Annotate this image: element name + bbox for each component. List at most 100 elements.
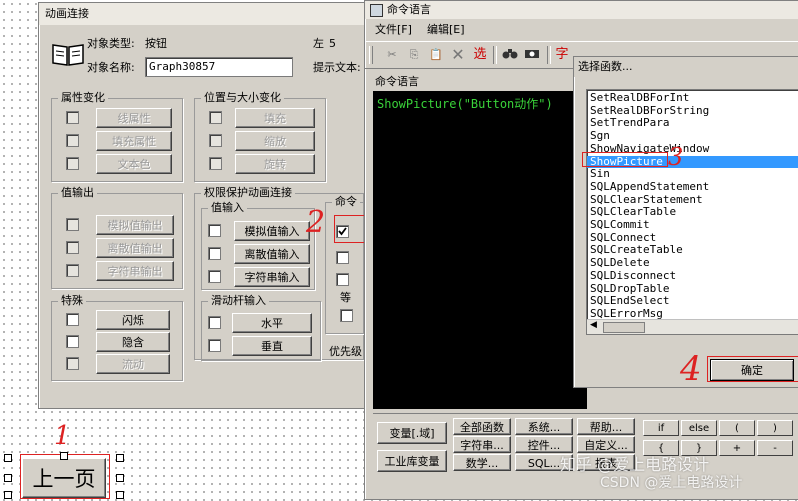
toolbar-grip — [369, 46, 373, 64]
operator-button[interactable]: if — [643, 420, 679, 436]
resize-handle[interactable] — [116, 454, 124, 462]
flow-button[interactable]: 流动 — [96, 354, 170, 374]
function-list-item[interactable]: SetTrendPara — [587, 117, 798, 130]
string-output-checkbox[interactable] — [66, 264, 79, 277]
analog-output-checkbox[interactable] — [66, 218, 79, 231]
function-category-button[interactable]: 系统... — [515, 418, 573, 435]
resize-handle[interactable] — [116, 491, 124, 499]
line-attr-button[interactable]: 线属性 — [96, 108, 172, 128]
fill-checkbox[interactable] — [209, 111, 222, 124]
annotation-1: 1 — [54, 421, 71, 451]
resize-handle[interactable] — [4, 474, 12, 482]
operator-button[interactable]: ( — [719, 420, 755, 436]
function-list-item[interactable]: SQLCommit — [587, 218, 798, 232]
left-value: 5 — [329, 37, 336, 50]
text-color-button[interactable]: 文本色 — [96, 154, 172, 174]
object-type-value: 按钮 — [145, 37, 167, 50]
select-func-title: 选择函数... — [578, 60, 633, 73]
command-checkbox-2[interactable] — [336, 251, 349, 264]
discrete-input-button[interactable]: 离散值输入 — [234, 244, 310, 264]
value-output-group: 值输出 模拟值输出 离散值输出 字符串输出 — [51, 186, 183, 289]
horizontal-button[interactable]: 水平 — [232, 313, 312, 333]
text-color-checkbox[interactable] — [66, 157, 79, 170]
rotate-button[interactable]: 旋转 — [235, 154, 315, 174]
operator-button[interactable]: } — [681, 440, 717, 456]
scroll-thumb[interactable] — [603, 322, 645, 333]
paste-icon[interactable]: 📋 — [427, 46, 445, 64]
operator-button[interactable]: else — [681, 420, 717, 436]
function-list[interactable]: SetRealDBForInt SetRealDBForString SetTren… — [586, 89, 798, 335]
string-output-button[interactable]: 字符串输出 — [96, 261, 174, 281]
function-list-item[interactable]: SQLDelete — [587, 256, 798, 270]
function-list-item[interactable]: Sin — [587, 167, 798, 181]
blink-checkbox[interactable] — [66, 313, 79, 326]
group-title: 滑动杆输入 — [208, 294, 269, 308]
analog-input-checkbox[interactable] — [208, 224, 221, 237]
horizontal-scrollbar[interactable]: ◀ — [587, 319, 798, 334]
industrial-variable-button[interactable]: 工业库变量 — [377, 450, 447, 472]
scroll-left-icon[interactable]: ◀ — [590, 320, 597, 330]
discrete-output-checkbox[interactable] — [66, 241, 79, 254]
priority-label: 优先级 — [329, 345, 362, 358]
hide-checkbox[interactable] — [66, 335, 79, 348]
resize-handle[interactable] — [116, 474, 124, 482]
command-checkbox-3[interactable] — [336, 273, 349, 286]
line-attr-checkbox[interactable] — [66, 111, 79, 124]
fill-button[interactable]: 填充 — [235, 108, 315, 128]
string-input-button[interactable]: 字符串输入 — [234, 267, 310, 287]
code-editor[interactable]: ShowPicture("Button动作") — [373, 91, 587, 409]
discrete-input-checkbox[interactable] — [208, 247, 221, 260]
function-list-item[interactable]: SQLEndSelect — [587, 294, 798, 308]
horizontal-checkbox[interactable] — [208, 316, 221, 329]
object-name-field[interactable]: Graph30857 — [145, 57, 293, 77]
delete-icon[interactable]: ✕ — [449, 46, 467, 64]
function-category-button[interactable]: 自定义... — [577, 436, 635, 453]
rotate-checkbox[interactable] — [209, 157, 222, 170]
analog-input-button[interactable]: 模拟值输入 — [234, 221, 310, 241]
position-size-group: 位置与大小变化 填充 缩放 旋转 — [194, 91, 326, 182]
resize-handle[interactable] — [4, 491, 12, 499]
operator-button[interactable]: - — [757, 440, 793, 456]
function-category-button[interactable]: 帮助... — [577, 418, 635, 435]
hide-button[interactable]: 隐含 — [96, 332, 170, 352]
copy-icon[interactable]: ⎘ — [405, 46, 423, 64]
fill-attr-button[interactable]: 填充属性 — [96, 131, 172, 151]
variable-button[interactable]: 变量[.域] — [377, 422, 447, 444]
function-list-item[interactable]: SQLDisconnect — [587, 269, 798, 283]
vertical-checkbox[interactable] — [208, 339, 221, 352]
operator-button[interactable]: ) — [757, 420, 793, 436]
discrete-output-button[interactable]: 离散值输出 — [96, 238, 174, 258]
function-list-item[interactable]: Sgn — [587, 129, 798, 143]
string-input-checkbox[interactable] — [208, 270, 221, 283]
group-title: 位置与大小变化 — [201, 91, 284, 105]
menu-edit[interactable]: 编辑[E] — [427, 21, 465, 39]
select-button[interactable]: 选 — [471, 46, 489, 64]
function-category-button[interactable]: 全部函数 — [453, 418, 511, 435]
group-title: 命令 — [332, 195, 360, 209]
replace-icon[interactable] — [523, 46, 541, 64]
flow-checkbox[interactable] — [66, 357, 79, 370]
code-line: ShowPicture("Button动作") — [377, 97, 553, 111]
function-list-item[interactable]: SetRealDBForInt — [587, 91, 798, 105]
attribute-change-group: 属性变化 线属性 填充属性 文本色 — [51, 91, 183, 182]
function-category-button[interactable]: 数学... — [453, 454, 511, 471]
function-category-button[interactable]: 控件... — [515, 436, 573, 453]
vertical-button[interactable]: 垂直 — [232, 336, 312, 356]
scale-button[interactable]: 缩放 — [235, 131, 315, 151]
menu-file[interactable]: 文件[F] — [375, 21, 412, 39]
resize-handle[interactable] — [4, 454, 12, 462]
char-button[interactable]: 字 — [553, 46, 571, 64]
operator-button[interactable]: { — [643, 440, 679, 456]
fill-attr-checkbox[interactable] — [66, 134, 79, 147]
scale-checkbox[interactable] — [209, 134, 222, 147]
function-list-item[interactable]: SQLAppendStatement — [587, 180, 798, 194]
function-category-button[interactable]: 字符串... — [453, 436, 511, 453]
dialog-title: 动画连接 — [45, 7, 89, 20]
blink-button[interactable]: 闪烁 — [96, 310, 170, 330]
cut-icon[interactable]: ✂ — [383, 46, 401, 64]
operator-button[interactable]: + — [719, 440, 755, 456]
analog-output-button[interactable]: 模拟值输出 — [96, 215, 174, 235]
resize-handle[interactable] — [60, 452, 68, 460]
command-checkbox-4[interactable] — [340, 309, 353, 322]
find-icon[interactable] — [501, 46, 519, 64]
